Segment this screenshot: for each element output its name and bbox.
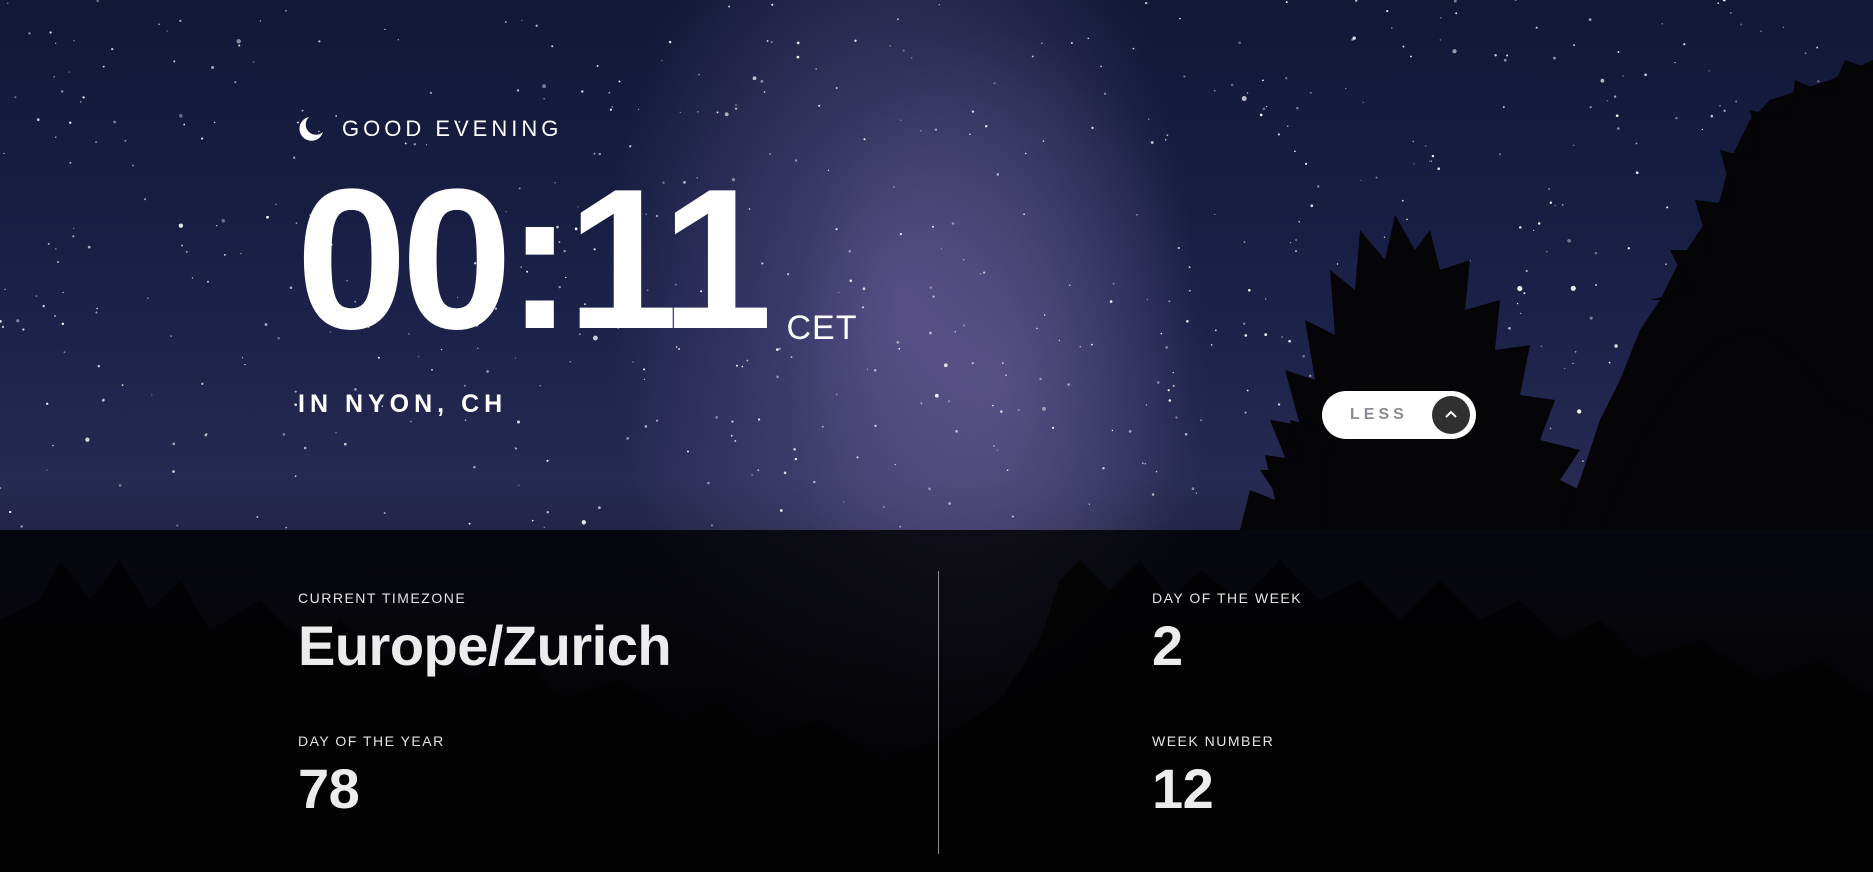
- clock-app: GOOD EVENING 00:11 CET IN NYON, CH LESS …: [0, 0, 1873, 872]
- greeting-text: GOOD EVENING: [342, 116, 563, 141]
- timezone-abbreviation: CET: [786, 309, 858, 347]
- day-of-year-stat: DAY OF THE YEAR 78: [298, 733, 445, 821]
- stat-value: 12: [1152, 757, 1214, 820]
- week-number-stat: WEEK NUMBER 12: [1152, 733, 1274, 821]
- greeting: GOOD EVENING: [298, 116, 562, 142]
- chevron-up-icon: [1432, 396, 1470, 434]
- panel-divider: [938, 571, 939, 854]
- stat-value: 78: [298, 757, 360, 820]
- details-panel: [0, 530, 1873, 872]
- day-of-week-stat: DAY OF THE WEEK 2: [1152, 590, 1302, 678]
- stat-value: 2: [1152, 614, 1183, 677]
- current-timezone-stat: CURRENT TIMEZONE Europe/Zurich: [298, 590, 672, 678]
- less-toggle-button[interactable]: LESS: [1322, 391, 1476, 439]
- stat-label: CURRENT TIMEZONE: [298, 590, 467, 606]
- toggle-label: LESS: [1350, 406, 1408, 423]
- stat-label: WEEK NUMBER: [1152, 733, 1275, 749]
- location-text: IN NYON, CH: [298, 390, 508, 418]
- stat-label: DAY OF THE WEEK: [1152, 590, 1303, 606]
- clock-display: 00:11 CET: [296, 160, 858, 360]
- stat-value: Europe/Zurich: [298, 614, 672, 677]
- current-time: 00:11: [296, 148, 772, 371]
- stat-label: DAY OF THE YEAR: [298, 733, 445, 749]
- moon-icon: [298, 116, 324, 142]
